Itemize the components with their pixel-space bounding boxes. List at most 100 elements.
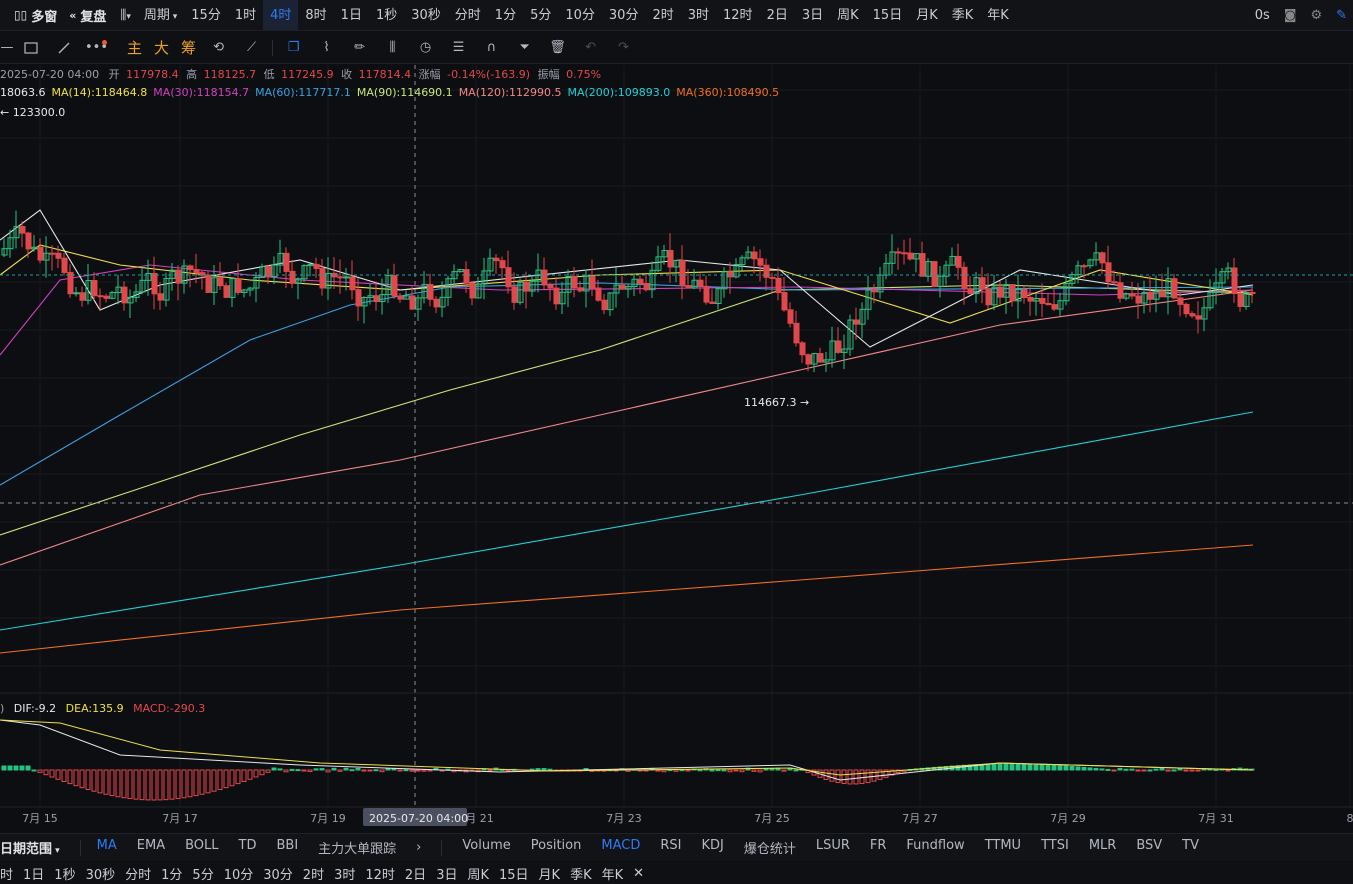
interval-3[interactable]: 8时 [298, 0, 333, 30]
candle-body [1105, 262, 1112, 283]
close-icon[interactable]: ✕ [633, 866, 650, 881]
settings-icon[interactable]: ⚙ [1310, 8, 1322, 23]
interval-5[interactable]: 1秒 [369, 0, 404, 30]
indicator-tool-icon[interactable]: ⟲ [202, 32, 235, 63]
date-range-button[interactable]: 日期范围 ▾ [0, 838, 70, 857]
interval-6[interactable]: 30秒 [404, 0, 448, 30]
magnet-tool-icon[interactable]: ∩ [475, 32, 508, 63]
bottom-interval-3[interactable]: 30秒 [86, 864, 122, 883]
multi-window-button[interactable]: ▯▯ 多窗 [0, 6, 65, 25]
bottom-interval-1[interactable]: 1日 [23, 864, 50, 883]
sub-indicator-7[interactable]: FR [860, 838, 897, 857]
macd-bar [223, 769, 229, 789]
restore-button[interactable]: « 复盘 [65, 6, 114, 25]
interval-2[interactable]: 4时 [263, 0, 299, 30]
bottom-interval-14[interactable]: 周K [467, 864, 495, 883]
main-indicator-2[interactable]: BOLL [175, 838, 228, 857]
main-indicator-0[interactable]: MA [87, 838, 127, 857]
interval-11[interactable]: 30分 [602, 0, 646, 30]
copy-tool-icon[interactable]: ❐ [277, 32, 310, 63]
edit-icon[interactable]: ✎ [1336, 8, 1347, 23]
bottom-interval-4[interactable]: 分时 [125, 864, 157, 883]
cn-tool-1[interactable]: 大 [148, 37, 175, 58]
bottom-interval-5[interactable]: 1分 [161, 864, 188, 883]
pattern-tool-icon[interactable]: ⫼ [376, 32, 409, 63]
chart-area[interactable]: 2025-07-20 04:00 开 117978.4 高 118125.7 低… [0, 65, 1353, 830]
sub-indicator-13[interactable]: TV [1172, 838, 1209, 857]
period-dropdown[interactable]: 周期 ▾ [137, 0, 184, 30]
cn-tool-0[interactable]: 主 [121, 37, 148, 58]
sub-indicator-2[interactable]: MACD [591, 838, 650, 857]
macd-bar [391, 768, 397, 771]
main-indicator-4[interactable]: BBI [266, 838, 308, 857]
candle-body [49, 252, 56, 255]
magic-tool-icon[interactable]: ⟋ [235, 32, 268, 63]
bottom-interval-6[interactable]: 5分 [192, 864, 219, 883]
sub-indicator-6[interactable]: LSUR [806, 838, 860, 857]
ruler-tool-icon[interactable]: ⌇ [310, 32, 343, 63]
interval-21[interactable]: 年K [980, 0, 1016, 30]
bottom-interval-2[interactable]: 1秒 [54, 864, 81, 883]
interval-0[interactable]: 15分 [184, 0, 228, 30]
camera-icon[interactable]: ◙ [1284, 8, 1297, 23]
interval-17[interactable]: 周K [830, 0, 866, 30]
interval-9[interactable]: 5分 [523, 0, 558, 30]
bottom-interval-17[interactable]: 季K [570, 864, 598, 883]
redo-icon[interactable]: ↷ [607, 32, 640, 63]
interval-18[interactable]: 15日 [866, 0, 910, 30]
rectangle-tool-icon[interactable] [14, 32, 47, 63]
chevron-right-icon[interactable]: › [406, 840, 431, 855]
macd-bar [1027, 763, 1033, 771]
bottom-interval-10[interactable]: 3时 [334, 864, 361, 883]
bottom-interval-18[interactable]: 年K [602, 864, 630, 883]
bottom-interval-15[interactable]: 15日 [499, 864, 535, 883]
kline-chart[interactable]: 2025-07-20 04:00 开 117978.4 高 118125.7 低… [0, 65, 1353, 830]
trash-icon[interactable]: 🗑 [541, 32, 574, 63]
sub-indicator-1[interactable]: Position [521, 838, 592, 857]
interval-4[interactable]: 1日 [334, 0, 369, 30]
x-axis-label-9: 8 [1347, 812, 1353, 825]
interval-14[interactable]: 12时 [716, 0, 760, 30]
cn-tool-2[interactable]: 筹 [175, 37, 202, 58]
trendline-tool-icon[interactable] [47, 32, 80, 63]
bottom-interval-16[interactable]: 月K [539, 864, 567, 883]
sub-indicator-9[interactable]: TTMU [975, 838, 1031, 857]
sub-indicator-8[interactable]: Fundflow [896, 838, 974, 857]
sub-indicator-12[interactable]: BSV [1126, 838, 1172, 857]
interval-10[interactable]: 10分 [558, 0, 602, 30]
interval-1[interactable]: 1时 [228, 0, 263, 30]
sub-indicator-4[interactable]: KDJ [691, 838, 733, 857]
sub-indicator-3[interactable]: RSI [650, 838, 691, 857]
main-indicator-5[interactable]: 主力大单跟踪 [308, 838, 406, 857]
more-tools-icon[interactable]: ••• [80, 32, 113, 63]
sub-indicator-0[interactable]: Volume [452, 838, 520, 857]
main-indicator-1[interactable]: EMA [127, 838, 175, 857]
main-indicator-3[interactable]: TD [229, 838, 267, 857]
bottom-interval-9[interactable]: 2时 [303, 864, 330, 883]
interval-7[interactable]: 分时 [448, 0, 488, 30]
bottom-interval-12[interactable]: 2日 [405, 864, 432, 883]
bottom-interval-8[interactable]: 30分 [263, 864, 299, 883]
interval-19[interactable]: 月K [909, 0, 945, 30]
sub-indicator-10[interactable]: TTSI [1031, 838, 1079, 857]
undo-icon[interactable]: ↶ [574, 32, 607, 63]
bottom-interval-13[interactable]: 3日 [436, 864, 463, 883]
note-tool-icon[interactable]: ☰ [442, 32, 475, 63]
interval-13[interactable]: 3时 [681, 0, 716, 30]
interval-16[interactable]: 3日 [795, 0, 830, 30]
candle-type-button[interactable]: ⫼▾ [114, 0, 137, 30]
interval-12[interactable]: 2时 [645, 0, 680, 30]
interval-15[interactable]: 2日 [760, 0, 795, 30]
interval-8[interactable]: 1分 [488, 0, 523, 30]
pencil-tool-icon[interactable]: ✏ [343, 32, 376, 63]
sub-indicator-5[interactable]: 爆仓统计 [734, 838, 806, 857]
bottom-interval-7[interactable]: 10分 [224, 864, 260, 883]
bottom-interval-0[interactable]: 时 [0, 864, 19, 883]
filter-tool-icon[interactable]: ⏷ [508, 32, 541, 63]
bottom-interval-11[interactable]: 12时 [365, 864, 401, 883]
sub-indicator-11[interactable]: MLR [1079, 838, 1127, 857]
line-tool-icon[interactable]: — [0, 32, 14, 63]
candle-body [223, 285, 230, 298]
interval-20[interactable]: 季K [945, 0, 981, 30]
timer-tool-icon[interactable]: ◷ [409, 32, 442, 63]
